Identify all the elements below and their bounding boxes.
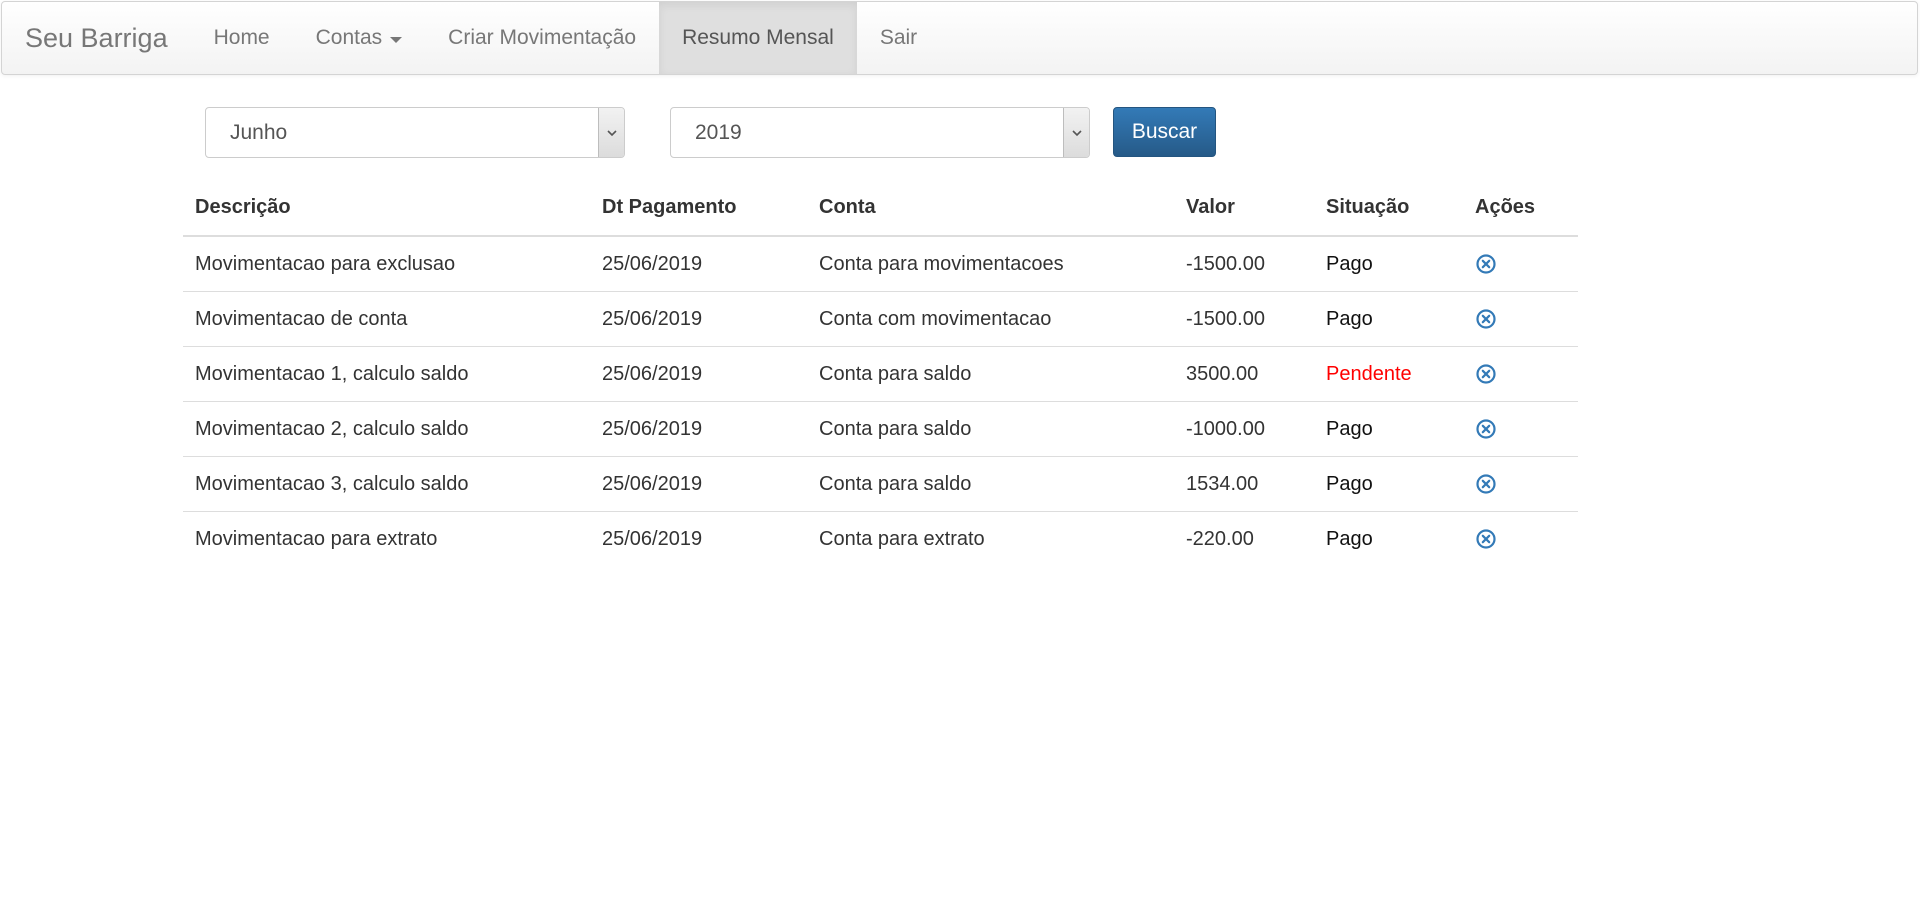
year-select-value: 2019 [695, 120, 742, 144]
table-row: Movimentacao 1, calculo saldo 25/06/2019 C… [183, 346, 1578, 402]
cell-conta: Conta para extrato [819, 527, 985, 550]
nav-item-resumo-mensal[interactable]: Resumo Mensal [659, 2, 857, 74]
status-label: Pago [1314, 291, 1463, 347]
cell-acoes [1463, 456, 1578, 512]
remove-circle-icon[interactable] [1475, 253, 1497, 275]
movements-table: Descrição Dt Pagamento Conta Valor Situa… [183, 180, 1578, 566]
cell-valor: -1000.00 [1174, 401, 1314, 457]
table-row: Movimentacao 2, calculo saldo 25/06/2019 C… [183, 401, 1578, 457]
remove-circle-icon[interactable] [1475, 418, 1497, 440]
header-situacao: Situação [1314, 180, 1463, 237]
nav-item-sair[interactable]: Sair [857, 2, 940, 74]
cell-descricao: Movimentacao para exclusao [183, 236, 590, 292]
header-descricao: Descrição [183, 180, 590, 237]
nav-item-home-label: Home [213, 26, 270, 49]
cell-acoes [1463, 346, 1578, 402]
header-valor: Valor [1174, 180, 1314, 237]
cell-valor: -1500.00 [1174, 236, 1314, 292]
nav-item-resumo-mensal-label: Resumo Mensal [682, 26, 834, 49]
header-dt-pagamento: Dt Pagamento [590, 180, 807, 237]
cell-descricao: Movimentacao 3, calculo saldo [183, 456, 590, 512]
filter-bar: Junho 2019 Buscar [0, 107, 1920, 158]
header-acoes: Ações [1463, 180, 1578, 237]
table-row: Movimentacao 3, calculo saldo 25/06/2019 C… [183, 456, 1578, 512]
nav-item-criar-movimentacao[interactable]: Criar Movimentação [425, 2, 659, 74]
year-select[interactable]: 2019 [670, 107, 1090, 158]
chevron-down-icon[interactable] [1063, 108, 1089, 157]
cell-dt-pagamento: 25/06/2019 [602, 527, 703, 550]
table-body: Movimentacao para exclusao 25/06/2019 Cont… [183, 236, 1578, 566]
status-label: Pendente [1314, 346, 1463, 402]
cell-acoes [1463, 236, 1578, 292]
status-label: Pago [1314, 456, 1463, 512]
cell-acoes [1463, 512, 1578, 567]
cell-dt-pagamento: 25/06/2019 [590, 456, 807, 512]
cell-descricao: Movimentacao para extrato [195, 527, 438, 550]
header-conta: Conta [807, 180, 1174, 237]
remove-circle-icon[interactable] [1475, 308, 1497, 330]
cell-conta: Conta para saldo [807, 456, 1174, 512]
cell-dt-pagamento: 25/06/2019 [590, 401, 807, 457]
cell-valor: -1500.00 [1174, 291, 1314, 347]
cell-conta: Conta para movimentacoes [807, 236, 1174, 292]
chevron-down-icon[interactable] [598, 108, 624, 157]
brand-link[interactable]: Seu Barriga [2, 2, 191, 74]
cell-dt-pagamento: 25/06/2019 [590, 236, 807, 292]
month-select-value: Junho [230, 120, 288, 144]
remove-circle-icon[interactable] [1475, 363, 1497, 385]
table-row: Movimentacao de conta 25/06/2019 Conta com… [183, 291, 1578, 347]
table-row: Movimentacao para extrato 25/06/2019 Conta… [183, 512, 1578, 567]
month-select[interactable]: Junho [205, 107, 625, 158]
navbar: Seu Barriga Home Contas Criar Movimentaç… [1, 1, 1918, 75]
search-button[interactable]: Buscar [1113, 107, 1216, 157]
nav-item-sair-label: Sair [879, 26, 918, 49]
cell-valor: -220.00 [1186, 527, 1254, 550]
remove-circle-icon[interactable] [1475, 528, 1497, 550]
cell-descricao: Movimentacao 1, calculo saldo [183, 346, 590, 402]
cell-conta: Conta para saldo [807, 401, 1174, 457]
cell-valor: 1534.00 [1174, 456, 1314, 512]
cell-descricao: Movimentacao 2, calculo saldo [183, 401, 590, 457]
cell-dt-pagamento: 25/06/2019 [590, 346, 807, 402]
table-header-row: Descrição Dt Pagamento Conta Valor Situa… [183, 180, 1578, 237]
nav-item-home[interactable]: Home [191, 2, 293, 74]
nav-item-criar-movimentacao-label: Criar Movimentação [448, 26, 637, 49]
cell-acoes [1463, 291, 1578, 347]
status-label: Pago [1326, 527, 1373, 550]
cell-acoes [1463, 401, 1578, 457]
remove-circle-icon[interactable] [1475, 473, 1497, 495]
caret-down-icon [390, 36, 403, 43]
cell-descricao: Movimentacao de conta [183, 291, 590, 347]
status-label: Pago [1314, 401, 1463, 457]
cell-dt-pagamento: 25/06/2019 [590, 291, 807, 347]
cell-conta: Conta com movimentacao [807, 291, 1174, 347]
status-label: Pago [1314, 236, 1463, 292]
nav-item-contas[interactable]: Contas [293, 2, 426, 74]
nav-item-contas-label: Contas [315, 26, 383, 49]
table-row: Movimentacao para exclusao 25/06/2019 Cont… [183, 236, 1578, 292]
cell-valor: 3500.00 [1174, 346, 1314, 402]
cell-conta: Conta para saldo [807, 346, 1174, 402]
